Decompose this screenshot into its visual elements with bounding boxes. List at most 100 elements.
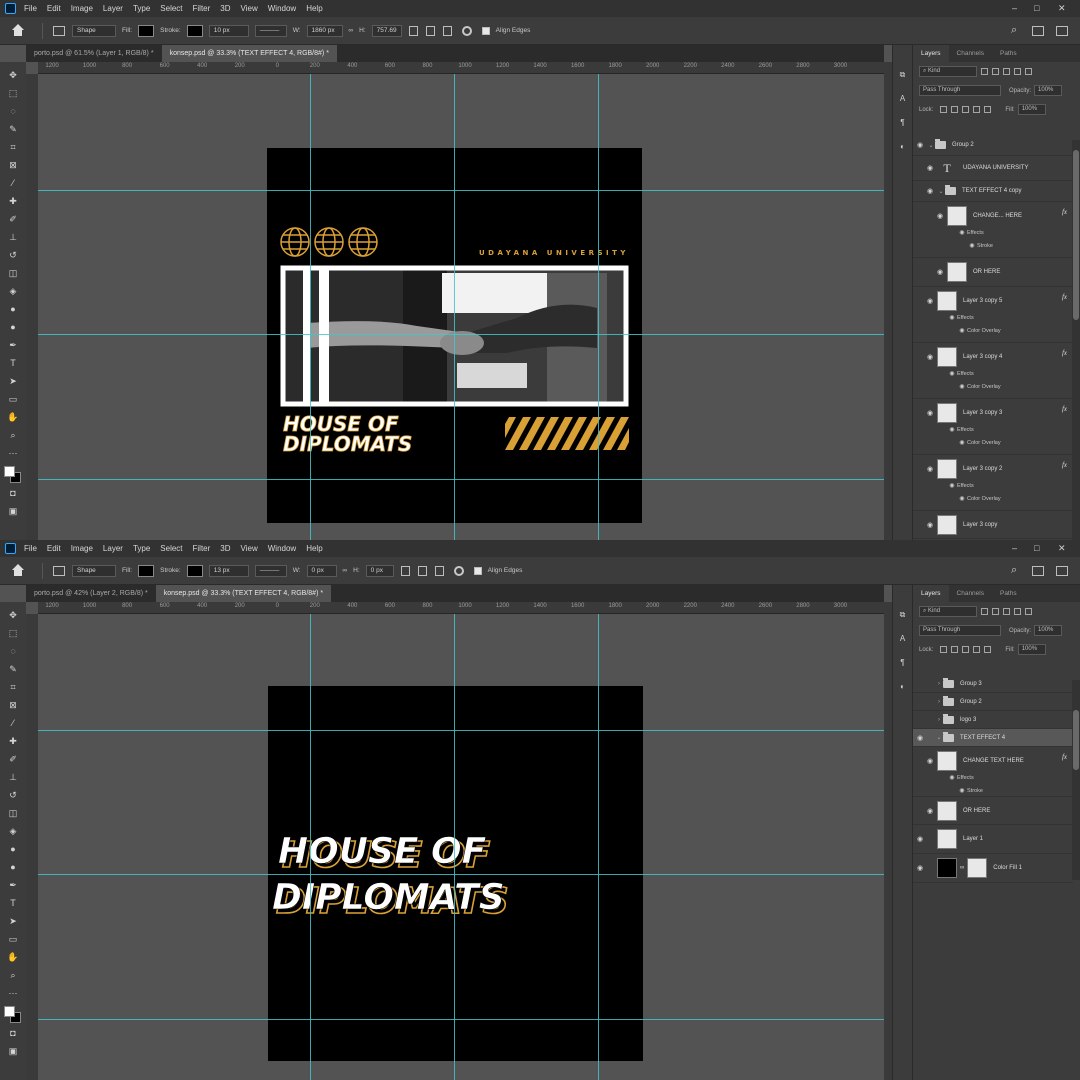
opacity-field[interactable]: 100% xyxy=(1034,625,1063,636)
clone-stamp-icon[interactable]: ⊥ xyxy=(7,231,20,244)
opacity-field[interactable]: 100% xyxy=(1034,85,1063,96)
path-select-icon[interactable]: ➤ xyxy=(7,915,20,928)
layers-scrollbar[interactable] xyxy=(1072,680,1080,880)
guide-horizontal[interactable] xyxy=(38,1019,884,1020)
frame-tool-icon[interactable]: ⊠ xyxy=(7,699,20,712)
crop-tool-icon[interactable]: ⌗ xyxy=(7,141,20,154)
layer-row[interactable]: ◉ Layer 3 copy 3 fx ◉ Effects ◉ Color Over… xyxy=(913,399,1073,455)
tab-porto[interactable]: porto.psd @ 61.5% (Layer 1, RGB/8) * xyxy=(26,45,162,62)
tab-porto[interactable]: porto.psd @ 42% (Layer 2, RGB/8) * xyxy=(26,585,156,602)
menu-select[interactable]: Select xyxy=(160,544,182,553)
dodge-tool-icon[interactable]: ● xyxy=(7,321,20,334)
link-icon[interactable]: ∞ xyxy=(349,27,354,34)
effect-row[interactable]: ◉ Color Overlay xyxy=(947,436,1073,449)
menu-layer[interactable]: Layer xyxy=(103,4,123,13)
hand-tool-icon[interactable]: ✋ xyxy=(7,951,20,964)
lock-pixels-icon[interactable] xyxy=(951,646,959,653)
eraser-tool-icon[interactable]: ◫ xyxy=(7,807,20,820)
eraser-tool-icon[interactable]: ◫ xyxy=(7,267,20,280)
more-tools-icon[interactable]: ⋯ xyxy=(7,447,20,460)
guide-vertical[interactable] xyxy=(310,614,311,1080)
guide-horizontal[interactable] xyxy=(38,190,884,191)
healing-brush-icon[interactable]: ✚ xyxy=(7,735,20,748)
menu-filter[interactable]: Filter xyxy=(193,544,211,553)
visibility-eye-icon[interactable]: ◉ xyxy=(957,383,967,390)
type-tool-icon[interactable]: T xyxy=(7,357,20,370)
layer-row[interactable]: ◉ CHANGE... HERE fx ◉ Effects ◉ Stroke xyxy=(913,202,1073,258)
rectangle-tool-icon[interactable]: ▭ xyxy=(7,933,20,946)
height-field[interactable]: 757.69 xyxy=(371,24,402,37)
guide-horizontal[interactable] xyxy=(38,874,884,875)
effect-row[interactable]: ◉ Stroke xyxy=(947,784,1073,797)
visibility-eye-icon[interactable]: ◉ xyxy=(947,314,957,321)
character-icon[interactable]: A xyxy=(898,94,908,104)
menu-view[interactable]: View xyxy=(241,4,258,13)
history-icon[interactable]: ⧉ xyxy=(898,70,908,80)
eyedropper-tool-icon[interactable]: ⁄ xyxy=(7,717,20,730)
visibility-eye-icon[interactable]: ◉ xyxy=(923,409,937,417)
effects-row[interactable]: ◉ Effects xyxy=(947,367,1073,380)
visibility-eye-icon[interactable]: ◉ xyxy=(923,297,937,305)
lock-transparency-icon[interactable] xyxy=(940,646,948,653)
effect-row[interactable]: ◉ Color Overlay xyxy=(947,324,1073,337)
history-brush-icon[interactable]: ↺ xyxy=(7,249,20,262)
lock-pixels-icon[interactable] xyxy=(951,106,959,113)
layer-row[interactable]: ◉ T UDAYANA UNIVERSITY xyxy=(913,156,1073,181)
paint-bucket-icon[interactable]: ◈ xyxy=(7,825,20,838)
layer-row[interactable]: ◉ ∞ Color Fill 1 xyxy=(913,854,1073,883)
lock-position-icon[interactable] xyxy=(962,646,970,653)
document-canvas[interactable]: HOUSE OF HOUSE OF DIPLOMATS DIPLOMATS xyxy=(38,614,884,1080)
menu-file[interactable]: File xyxy=(24,4,37,13)
menu-window[interactable]: Window xyxy=(268,544,296,553)
width-field[interactable]: 0 px xyxy=(306,564,337,577)
path-operations-icon[interactable] xyxy=(408,25,418,36)
visibility-eye-icon[interactable]: ◉ xyxy=(947,426,957,433)
tab-layers[interactable]: Layers xyxy=(913,585,949,602)
menu-edit[interactable]: Edit xyxy=(47,4,61,13)
fx-icon[interactable]: fx xyxy=(1062,753,1067,761)
zoom-tool-icon[interactable]: ⌕ xyxy=(7,429,20,442)
guide-vertical[interactable] xyxy=(310,74,311,540)
document-canvas[interactable]: UDAYANA UNIVERSITY HOUSE OF DIPLOMATS xyxy=(38,74,884,540)
chevron-down-icon[interactable]: ⌄ xyxy=(927,142,935,149)
layer-row[interactable]: ◉ CHANGE TEXT HERE fx ◉ Effects ◉ Stroke xyxy=(913,747,1073,797)
layer-row[interactable]: › Group 3 xyxy=(913,675,1073,693)
move-tool-icon[interactable]: ✥ xyxy=(7,609,20,622)
stroke-style-select[interactable]: ——— xyxy=(254,24,287,37)
effects-row[interactable]: ◉ Effects xyxy=(947,479,1073,492)
dodge-tool-icon[interactable]: ● xyxy=(7,861,20,874)
lasso-tool-icon[interactable]: ◌ xyxy=(7,645,20,658)
fill-swatch[interactable] xyxy=(138,24,155,37)
share-icon[interactable] xyxy=(1056,565,1068,576)
menu-help[interactable]: Help xyxy=(306,544,322,553)
filter-type-icon[interactable] xyxy=(1003,68,1010,75)
stroke-width-field[interactable]: 13 px xyxy=(208,564,249,577)
visibility-eye-icon[interactable]: ◉ xyxy=(947,370,957,377)
zoom-tool-icon[interactable]: ⌕ xyxy=(7,969,20,982)
effect-row[interactable]: ◉ Stroke xyxy=(957,239,1073,252)
lock-artboard-icon[interactable] xyxy=(973,106,981,113)
effects-row[interactable]: ◉ Effects xyxy=(947,423,1073,436)
lock-all-icon[interactable] xyxy=(984,106,992,113)
blur-tool-icon[interactable]: ● xyxy=(7,843,20,856)
effect-row[interactable]: ◉ Color Overlay xyxy=(947,492,1073,505)
menu-edit[interactable]: Edit xyxy=(47,544,61,553)
guide-horizontal[interactable] xyxy=(38,730,884,731)
stroke-swatch[interactable] xyxy=(186,24,203,37)
home-icon[interactable] xyxy=(10,23,26,38)
layer-row[interactable]: ◉ OR HERE xyxy=(913,797,1073,825)
filter-type-icon[interactable] xyxy=(1003,608,1010,615)
guide-vertical[interactable] xyxy=(598,74,599,540)
search-icon[interactable]: ⌕ xyxy=(1011,564,1017,577)
minimize-button[interactable]: – xyxy=(1012,543,1017,553)
visibility-eye-icon[interactable]: ◉ xyxy=(923,465,937,473)
visibility-eye-icon[interactable]: ◉ xyxy=(957,787,967,794)
healing-brush-icon[interactable]: ✚ xyxy=(7,195,20,208)
marquee-tool-icon[interactable]: ⬚ xyxy=(7,87,20,100)
layer-row[interactable]: ◉ ⌄ Group 2 xyxy=(913,135,1073,156)
type-tool-icon[interactable]: T xyxy=(7,897,20,910)
gear-icon[interactable] xyxy=(461,25,472,36)
kind-filter-select[interactable]: ⌕ Kind xyxy=(919,606,977,617)
layer-row[interactable]: ◉ ⌄ TEXT EFFECT 4 copy xyxy=(913,181,1073,202)
menu-type[interactable]: Type xyxy=(133,4,150,13)
